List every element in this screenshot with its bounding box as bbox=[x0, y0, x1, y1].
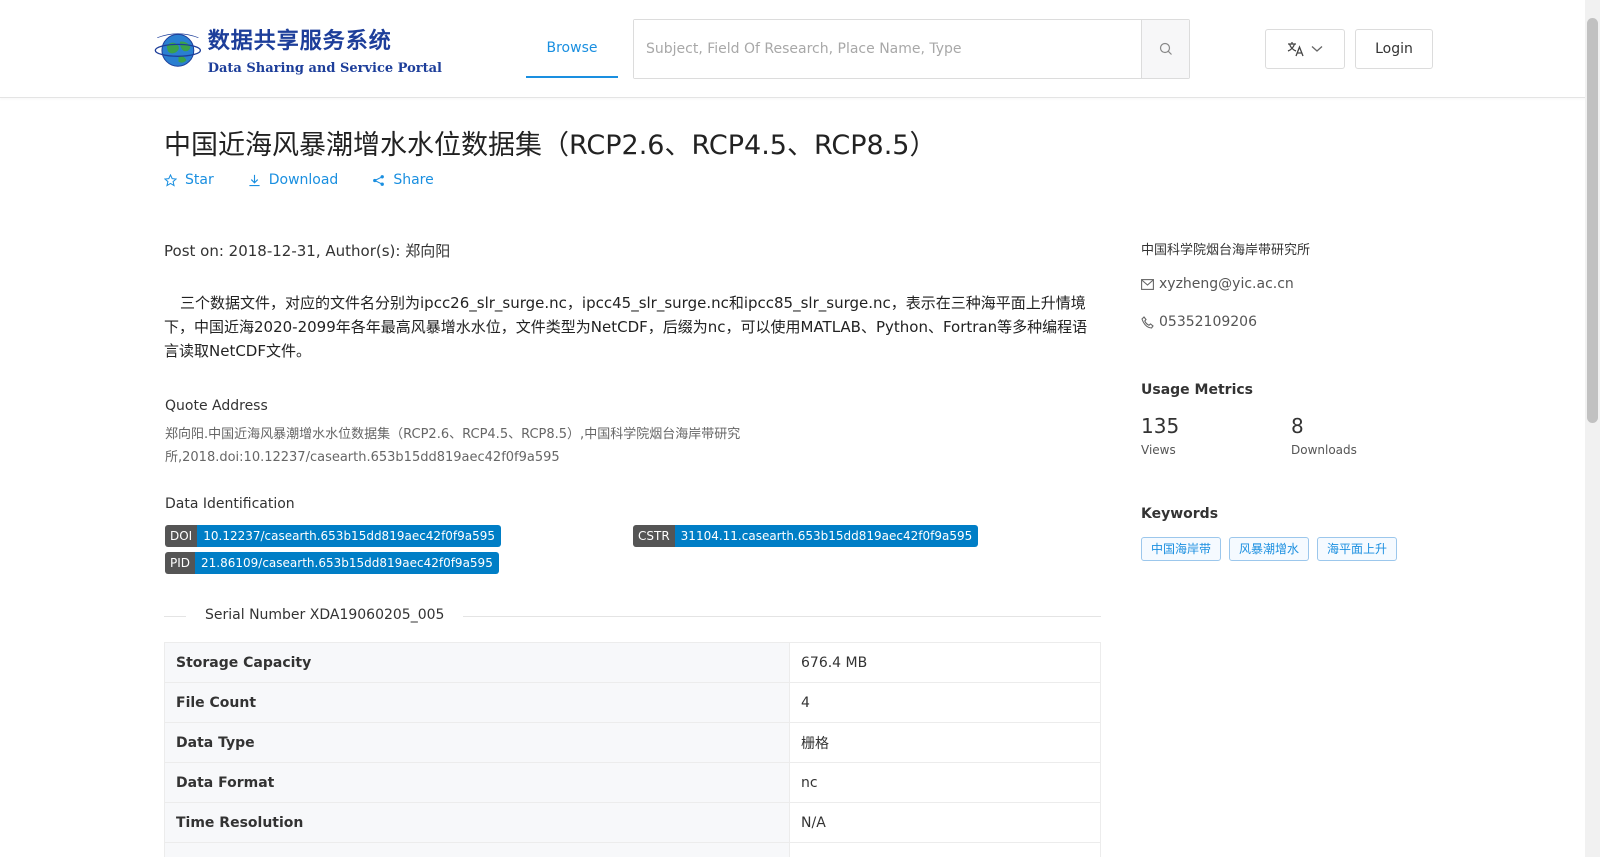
table-row: Data Format nc bbox=[164, 762, 1101, 803]
post-meta: Post on: 2018-12-31, Author(s): 郑向阳 bbox=[164, 242, 451, 260]
doi-badge[interactable]: DOI 10.12237/casearth.653b15dd819aec42f0… bbox=[165, 525, 502, 547]
downloads-label: Downloads bbox=[1291, 443, 1357, 457]
usage-metrics-heading: Usage Metrics bbox=[1141, 382, 1253, 398]
pid-badge[interactable]: PID 21.86109/casearth.653b15dd819aec42f0… bbox=[165, 552, 499, 574]
search-bar bbox=[633, 19, 1190, 79]
property-key: File Count bbox=[164, 682, 790, 723]
translate-icon bbox=[1287, 42, 1304, 57]
share-label: Share bbox=[393, 172, 434, 188]
star-button[interactable]: Star bbox=[164, 172, 214, 188]
nav-browse-tab[interactable]: Browse bbox=[526, 20, 618, 78]
views-label: Views bbox=[1141, 443, 1176, 457]
login-button[interactable]: Login bbox=[1355, 29, 1433, 69]
property-key bbox=[164, 842, 790, 857]
property-value: 栅格 bbox=[789, 722, 1101, 763]
cstr-badge-key: CSTR bbox=[633, 525, 675, 547]
phone-icon bbox=[1141, 315, 1154, 329]
download-label: Download bbox=[268, 172, 339, 188]
table-row: Storage Capacity 676.4 MB bbox=[164, 642, 1101, 683]
data-identification-heading: Data Identification bbox=[165, 496, 295, 512]
pid-badge-value: 21.86109/casearth.653b15dd819aec42f0f9a5… bbox=[195, 552, 499, 574]
property-value: 4 bbox=[789, 682, 1101, 723]
property-value: 676.4 MB bbox=[789, 642, 1101, 683]
logo-title-cn: 数据共享服务系统 bbox=[207, 28, 392, 54]
chevron-down-icon bbox=[1311, 46, 1323, 52]
page-scrollbar[interactable] bbox=[1585, 0, 1600, 857]
property-key: Time Resolution bbox=[164, 802, 790, 843]
dataset-title: 中国近海风暴潮增水水位数据集（RCP2.6、RCP4.5、RCP8.5） bbox=[164, 130, 937, 161]
mail-icon bbox=[1141, 278, 1154, 290]
search-icon bbox=[1159, 42, 1172, 55]
views-count: 135 bbox=[1141, 414, 1180, 438]
dataset-description: 三个数据文件，对应的文件名分别为ipcc26_slr_surge.nc，ipcc… bbox=[164, 294, 1088, 360]
star-label: Star bbox=[185, 172, 214, 188]
doi-badge-key: DOI bbox=[165, 525, 198, 547]
scrollbar-thumb[interactable] bbox=[1587, 18, 1598, 423]
organization-name: 中国科学院烟台海岸带研究所 bbox=[1141, 243, 1311, 258]
serial-divider-right bbox=[463, 616, 1101, 617]
quote-address-text: 郑向阳.中国近海风暴潮增水水位数据集（RCP2.6、RCP4.5、RCP8.5）… bbox=[165, 427, 741, 465]
share-button[interactable]: Share bbox=[372, 172, 434, 188]
downloads-count: 8 bbox=[1291, 414, 1304, 438]
search-input[interactable] bbox=[634, 20, 1141, 78]
table-row bbox=[164, 842, 1101, 857]
email-text: xyzheng@yic.ac.cn bbox=[1159, 276, 1294, 292]
keyword-tag[interactable]: 中国海岸带 bbox=[1141, 537, 1222, 561]
property-value bbox=[789, 842, 1101, 857]
dataset-actions: Star Download Share bbox=[164, 172, 434, 188]
star-icon bbox=[164, 173, 177, 187]
site-logo[interactable]: 数据共享服务系统 Data Sharing and Service Portal bbox=[152, 18, 442, 80]
dataset-properties-table: Storage Capacity 676.4 MB File Count 4 D… bbox=[164, 642, 1101, 857]
cstr-badge[interactable]: CSTR 31104.11.casearth.653b15dd819aec42f… bbox=[633, 525, 979, 547]
property-key: Storage Capacity bbox=[164, 642, 790, 683]
quote-address-heading: Quote Address bbox=[165, 398, 268, 414]
search-button[interactable] bbox=[1141, 20, 1189, 78]
keyword-tag[interactable]: 风暴潮增水 bbox=[1229, 537, 1310, 561]
doi-badge-value: 10.12237/casearth.653b15dd819aec42f0f9a5… bbox=[197, 525, 502, 547]
table-row: File Count 4 bbox=[164, 682, 1101, 723]
share-icon bbox=[373, 174, 385, 186]
property-value: nc bbox=[789, 762, 1101, 803]
language-switcher[interactable] bbox=[1265, 29, 1345, 69]
property-key: Data Type bbox=[164, 722, 790, 763]
phone-text: 05352109206 bbox=[1159, 314, 1257, 330]
keyword-tag[interactable]: 海平面上升 bbox=[1317, 537, 1398, 561]
serial-divider-left bbox=[164, 616, 186, 617]
table-row: Time Resolution N/A bbox=[164, 802, 1101, 843]
top-header: 数据共享服务系统 Data Sharing and Service Portal… bbox=[0, 0, 1600, 98]
contact-email[interactable]: xyzheng@yic.ac.cn bbox=[1141, 276, 1294, 292]
property-value: N/A bbox=[789, 802, 1101, 843]
download-button[interactable]: Download bbox=[248, 172, 339, 188]
pid-badge-key: PID bbox=[165, 552, 196, 574]
property-key: Data Format bbox=[164, 762, 790, 803]
download-icon bbox=[249, 174, 260, 186]
cstr-badge-value: 31104.11.casearth.653b15dd819aec42f0f9a5… bbox=[674, 525, 979, 547]
globe-logo-icon bbox=[154, 33, 202, 67]
logo-title-en: Data Sharing and Service Portal bbox=[207, 60, 442, 76]
keywords-heading: Keywords bbox=[1141, 506, 1219, 522]
serial-number: Serial Number XDA19060205_005 bbox=[205, 607, 445, 623]
contact-phone: 05352109206 bbox=[1141, 314, 1257, 330]
table-row: Data Type 栅格 bbox=[164, 722, 1101, 763]
